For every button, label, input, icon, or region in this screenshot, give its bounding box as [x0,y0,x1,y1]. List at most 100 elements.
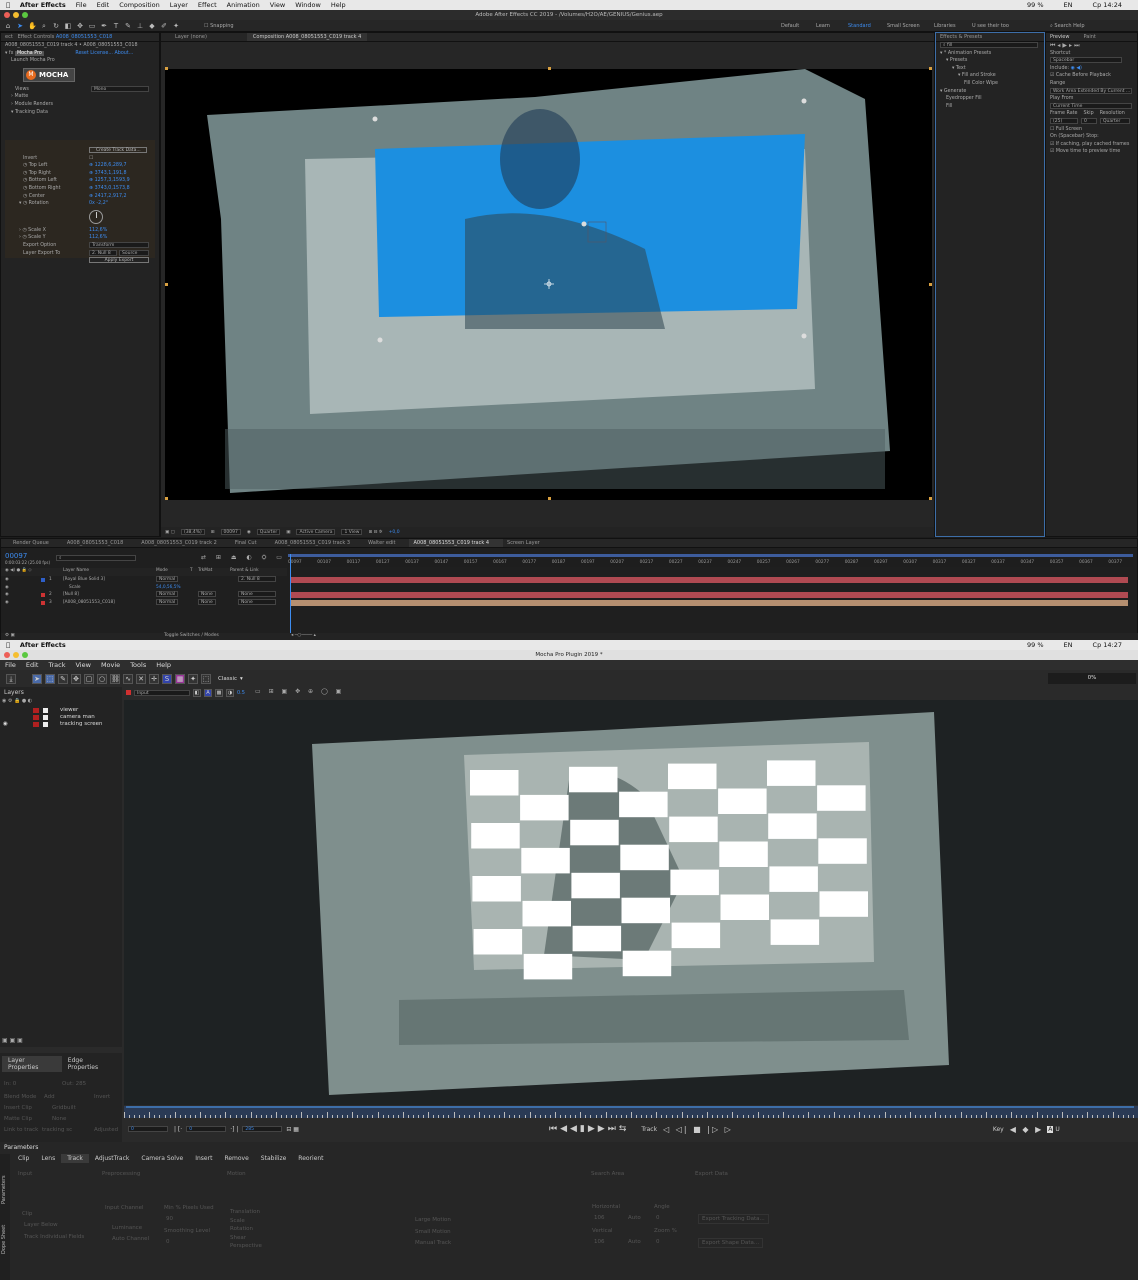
layer-duration-bar[interactable] [290,592,1128,599]
effects-tree-item[interactable]: ▾ * Animation Presets [936,50,1044,58]
param-tab-remove[interactable]: Remove [218,1154,254,1163]
menu-layer[interactable]: Layer [170,1,188,9]
export-tracking-data-button[interactable]: Export Tracking Data... [698,1214,769,1224]
layer-parent[interactable]: None [238,591,276,598]
workspace-standard[interactable]: Standard [848,23,871,29]
mocha-menu-view[interactable]: View [76,661,91,669]
bspline-icon[interactable]: ∿ [123,674,133,684]
stopwatch-icon[interactable]: ◷ [23,178,27,183]
pen-tool-icon[interactable]: ✒ [100,22,108,30]
type-tool-icon[interactable]: T [112,22,120,30]
a-icon[interactable]: A [204,688,212,697]
align-icon[interactable]: ✦ [188,674,198,684]
layer-trkmat[interactable]: None [198,591,216,598]
layer-name[interactable]: [Null 8] [63,591,79,599]
menu-effect[interactable]: Effect [198,1,217,9]
camera-tool-icon[interactable]: ◧ [64,22,72,30]
crosshair-icon[interactable]: ⊕ [89,178,93,183]
effects-tree-item[interactable]: Fill [936,103,1044,111]
scale-y-value[interactable]: 112,6% [89,234,107,242]
rectangle-spline-icon[interactable]: ▢ [84,674,94,684]
mocha-layer-item[interactable]: ◉ tracking screen [0,721,122,728]
shortcut-dropdown[interactable]: Spacebar [1050,57,1122,64]
reset-link[interactable]: Reset [75,51,88,56]
auto-channel-radio[interactable]: Auto Channel [112,1236,149,1242]
timeline-layer-row[interactable]: ◉ 1 [Royal Blue Solid 3] Normal 2. Null 8 [1,576,1138,584]
timeline-layer-row[interactable]: ◉ 3 [A008_08051553_C018] Normal None None [1,598,1138,607]
opacity-value[interactable]: 0.5 [237,690,245,696]
timeline-tab[interactable]: Render Queue [9,539,63,547]
play-from-dropdown[interactable]: Current Time [1050,102,1132,109]
layer-name[interactable]: [Royal Blue Solid 3] [63,576,105,584]
horizontal-auto-checkbox[interactable]: Auto [628,1215,641,1221]
workspace-default[interactable]: Default [781,23,799,29]
workspace-learn[interactable]: Learn [816,23,830,29]
selection-tool-icon[interactable]: ➤ [16,22,24,30]
out-point[interactable]: Out: 285 [62,1081,86,1087]
bounding-handle[interactable] [165,67,168,70]
export-shape-data-button[interactable]: Export Shape Data... [698,1238,764,1248]
invert-checkbox[interactable]: ☐ [89,155,93,163]
current-time-display[interactable]: 00097 [220,529,241,535]
param-tab-stabilize[interactable]: Stabilize [255,1154,293,1163]
effects-tree-item[interactable]: ▾ Text [936,65,1044,73]
set-out-icon[interactable]: ·] | [230,1126,238,1133]
zoom-timeline-icon[interactable]: ⊟ ▦ [286,1126,299,1133]
xspline-icon[interactable]: ✕ [136,674,146,684]
label-color-swatch[interactable] [41,578,45,582]
view-icon[interactable]: ◧ [193,688,201,697]
effects-tree-item[interactable]: Fill Color Wipe [936,80,1044,88]
grid-icon[interactable]: ▦ [175,674,185,684]
plugin-name[interactable]: Mocha Pro [15,50,44,56]
corner-handle-bl[interactable] [377,337,383,343]
transform-icon[interactable]: ✥ [71,674,81,684]
out-frame-field[interactable]: 285 [242,1126,283,1132]
views-dropdown[interactable]: Mono [91,85,149,92]
horizontal-input[interactable]: 106 [594,1215,605,1221]
motion-mode-radio[interactable]: Manual Track [415,1240,451,1252]
effects-search-input[interactable]: ⌕ fill [940,42,1038,48]
corner-handle-br[interactable] [801,333,807,339]
channel-icon[interactable]: ⊞ ⊟ ✲ [368,530,382,535]
bounding-handle[interactable] [548,67,551,70]
apple-icon[interactable]:  [6,641,10,649]
stopwatch-icon[interactable]: ◷ [22,228,26,233]
pan-behind-tool-icon[interactable]: ✥ [76,22,84,30]
layer-export-dropdown[interactable]: 2. Null 8 [89,249,117,256]
layer-parent[interactable]: 2. Null 8 [238,576,276,582]
toggle-switches-modes[interactable]: Toggle Switches / Modes [164,633,219,638]
about-link[interactable]: About... [115,51,134,56]
menu-file[interactable]: File [76,1,87,9]
corner-handle-tr[interactable] [801,98,807,104]
effects-presets-tab[interactable]: Effects & Presets [936,33,1044,42]
crosshair-icon[interactable]: ⊕ [89,171,93,176]
skip-dropdown[interactable]: 0 [1081,117,1097,124]
param-tab-clip[interactable]: Clip [12,1154,35,1163]
rotation-dial[interactable] [89,209,103,224]
param-tab-camera-solve[interactable]: Camera Solve [135,1154,189,1163]
mocha-menu-help[interactable]: Help [156,661,171,669]
work-area-bar[interactable] [288,554,1133,557]
rectangle-tool-icon[interactable]: ▭ [88,22,96,30]
layer-checkbox[interactable] [43,708,48,713]
corner-handle-tl[interactable] [372,116,378,122]
layer-checkbox[interactable] [43,722,48,727]
roto-brush-tool-icon[interactable]: ✐ [160,22,168,30]
insert-clip-dropdown[interactable]: Gridbuilt [52,1105,76,1111]
mocha-timeline[interactable] [124,1106,1138,1118]
param-tab-track[interactable]: Track [61,1154,89,1163]
motion-option-checkbox[interactable]: Translation [230,1209,262,1218]
roi-icon[interactable]: ▣ [286,530,290,535]
layer-mode[interactable]: Normal [156,576,179,582]
blend-mode-dropdown[interactable]: Add [44,1094,55,1100]
fill-icon[interactable]: ▩ [215,688,223,697]
clip-dropdown[interactable]: Input [134,689,190,696]
crosshair-icon[interactable]: ⊕ [89,186,93,191]
ellipse-spline-icon[interactable]: ○ [97,674,107,684]
grid-icon[interactable]: ⊞ [211,530,215,535]
angle-input[interactable]: 0 [656,1215,660,1221]
layer-mode[interactable]: 54,0,56,5% [156,584,181,592]
camera-dropdown[interactable]: Active Camera [296,529,336,535]
launch-mocha-button[interactable]: M MOCHA [23,67,75,82]
label-color-swatch[interactable] [41,593,45,598]
